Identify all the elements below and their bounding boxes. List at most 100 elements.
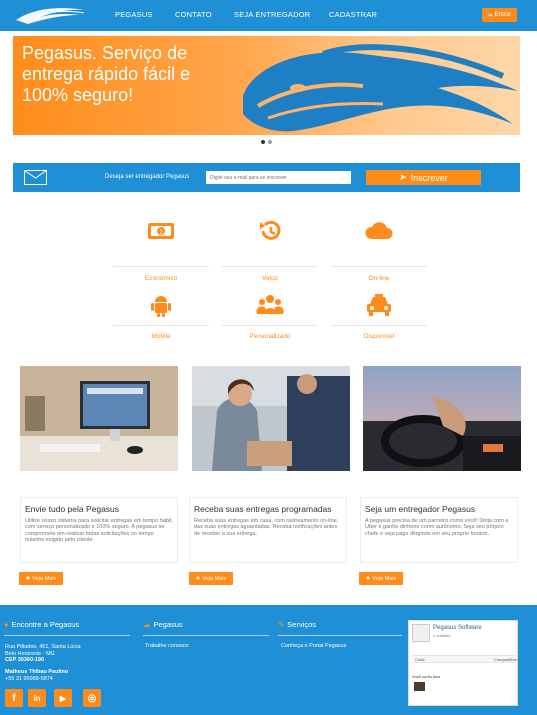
divider <box>222 266 318 267</box>
fb-post-thumbnail <box>414 682 425 691</box>
navbar: PEGASUS CONTATO SEJA ENTREGADOR CADASTRA… <box>0 0 537 31</box>
card-text: Receba suas entregas em casa, com rastre… <box>194 518 339 537</box>
address-line: Rua Pifiados, 451, Santa Lúcia <box>5 644 81 650</box>
horse-head-graphic <box>243 44 518 132</box>
login-icon: ➜ <box>487 12 493 19</box>
contact-phone: +55 31 99988-5874 <box>5 675 53 682</box>
subscribe-bar: Deseja ser entregador Pegasus ➤ Inscreve… <box>13 163 520 192</box>
footer-col-title: Pegasus <box>153 620 183 629</box>
card-seja-entregador: Seja um entregador Pegasus A pegasus pre… <box>360 497 518 563</box>
card-text: A pegasus precisa de um parceiro como vo… <box>365 518 509 537</box>
paper-plane-icon: ➤ <box>399 172 407 182</box>
veja-mais-button[interactable]: ✚ Veja Mais <box>19 572 63 585</box>
email-input[interactable] <box>206 171 351 184</box>
users-icon <box>256 295 284 314</box>
footer-col-pegasus: ☁ Pegasus <box>143 620 183 629</box>
carousel-dot[interactable] <box>261 140 265 144</box>
card-image-delivery <box>192 366 350 471</box>
feature-online: On-line <box>331 218 427 282</box>
divider <box>222 325 318 326</box>
veja-mais-button[interactable]: ✚ Veja Mais <box>359 572 403 585</box>
divider <box>331 266 427 267</box>
plus-icon: ✚ <box>25 575 31 582</box>
feature-mobile: Mobile <box>113 292 209 340</box>
divider <box>113 325 209 326</box>
linkedin-icon[interactable]: in <box>28 689 46 707</box>
carousel-dot[interactable] <box>268 140 272 144</box>
plus-icon: ✚ <box>365 575 371 582</box>
feature-personalizado: Personalizado <box>222 292 318 340</box>
divider <box>331 325 427 326</box>
instagram-icon[interactable]: ◎ <box>83 689 101 707</box>
feature-veloz: Veloz <box>222 218 318 282</box>
fb-share-button[interactable]: Compartilhar <box>494 657 517 662</box>
card-receba: Receba suas entregas programadas Receba … <box>189 497 347 563</box>
card-text: Utilize nosso sistema para solicitar ent… <box>25 518 173 544</box>
feature-label: On-line <box>368 275 390 282</box>
divider <box>143 635 269 636</box>
envelope-icon <box>24 170 47 185</box>
cloud-icon: ☁ <box>143 620 151 629</box>
facebook-icon[interactable]: f <box>5 689 23 707</box>
cloud-icon <box>365 222 393 239</box>
login-button-label: Entrar <box>494 12 512 18</box>
money-icon: 1 <box>148 223 174 239</box>
feature-label: Econômico <box>144 275 178 282</box>
divider <box>4 635 130 636</box>
feature-disponivel: Disponível <box>331 292 427 340</box>
subscribe-button-label: Inscrever <box>410 172 448 183</box>
youtube-icon[interactable]: ▶ <box>54 689 72 707</box>
plus-icon: ✚ <box>195 575 201 582</box>
fb-action-bar: Curtir Compartilhar <box>412 655 517 663</box>
address-cep: CEP 30360-190 <box>5 657 45 663</box>
login-button[interactable]: ➜ Entrar <box>482 8 517 22</box>
footer-col-servicos: ✎ Serviços <box>278 620 316 629</box>
card-title: Seja um entregador Pegasus <box>365 504 476 514</box>
nav-link-seja-entregador[interactable]: SEJA ENTREGADOR <box>234 10 310 19</box>
divider <box>113 266 209 267</box>
feature-label: Disponível <box>363 333 395 340</box>
footer-link-trabalhe[interactable]: Trabalhe conosco <box>145 643 189 650</box>
fb-post-text: Você curtiu isso <box>412 674 441 679</box>
veja-mais-label: Veja Mais <box>202 575 227 582</box>
card-image-computer <box>20 366 178 471</box>
footer-link-portal[interactable]: Conheça o Portal Pegasus <box>281 643 346 650</box>
veja-mais-button[interactable]: ✚ Veja Mais <box>189 572 233 585</box>
pegasus-logo[interactable] <box>14 4 92 26</box>
subscribe-button[interactable]: ➤ Inscrever <box>366 170 481 185</box>
fb-page-name[interactable]: Pegasus Software <box>433 625 482 631</box>
page-avatar <box>412 624 430 642</box>
veja-mais-label: Veja Mais <box>372 575 397 582</box>
fb-like-count: 2 curtidas <box>433 633 451 638</box>
history-icon <box>260 220 281 240</box>
veja-mais-label: Veja Mais <box>32 575 57 582</box>
card-title: Receba suas entregas programadas <box>194 504 332 514</box>
taxi-icon <box>367 294 391 316</box>
feature-economico: 1 Econômico <box>113 218 209 282</box>
card-title: Envie tudo pela Pegasus <box>25 504 120 514</box>
hero-headline: Pegasus. Serviço de entrega rápido fácil… <box>22 43 191 105</box>
footer-address: Rua Pifiados, 451, Santa Lúcia Belo Hori… <box>5 644 81 664</box>
contact-name: Matheus Thibau Paulino <box>5 669 69 675</box>
nav-link-pegasus[interactable]: PEGASUS <box>115 10 153 19</box>
nav-link-contato[interactable]: CONTATO <box>175 10 212 19</box>
wrench-icon: ✎ <box>278 620 285 629</box>
feature-label: Mobile <box>151 333 171 340</box>
subscribe-label: Deseja ser entregador Pegasus <box>105 174 190 180</box>
footer-col-title: Encontre a Pegasus <box>11 620 80 629</box>
divider <box>278 635 402 636</box>
android-icon <box>151 296 171 317</box>
footer-col-encontre: ● Encontre a Pegasus <box>4 620 79 629</box>
feature-label: Personalizado <box>249 333 291 340</box>
footer-col-title: Serviços <box>287 620 317 629</box>
card-image-driver <box>363 366 521 471</box>
carousel-indicators <box>261 140 272 144</box>
nav-link-cadastrar[interactable]: CADASTRAR <box>329 10 377 19</box>
feature-label: Veloz <box>262 275 278 282</box>
facebook-page-widget[interactable]: Pegasus Software 2 curtidas Curtir Compa… <box>408 620 518 706</box>
footer-contact: Matheus Thibau Paulino +55 31 99988-5874 <box>5 669 68 682</box>
map-marker-icon: ● <box>4 620 9 629</box>
hero-banner[interactable]: Pegasus. Serviço de entrega rápido fácil… <box>13 36 520 135</box>
card-envie: Envie tudo pela Pegasus Utilize nosso si… <box>20 497 178 563</box>
fb-like-button[interactable]: Curtir <box>415 657 425 662</box>
